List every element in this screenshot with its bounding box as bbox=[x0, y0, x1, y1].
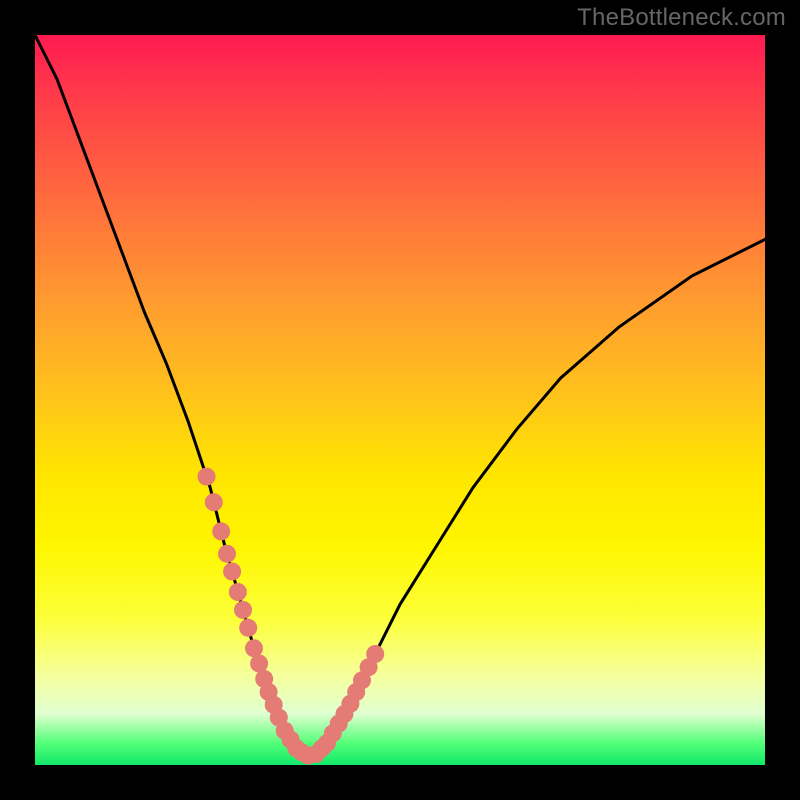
chart-container: TheBottleneck.com bbox=[0, 0, 800, 800]
watermark-label: TheBottleneck.com bbox=[577, 4, 786, 32]
plot-area bbox=[35, 35, 765, 765]
